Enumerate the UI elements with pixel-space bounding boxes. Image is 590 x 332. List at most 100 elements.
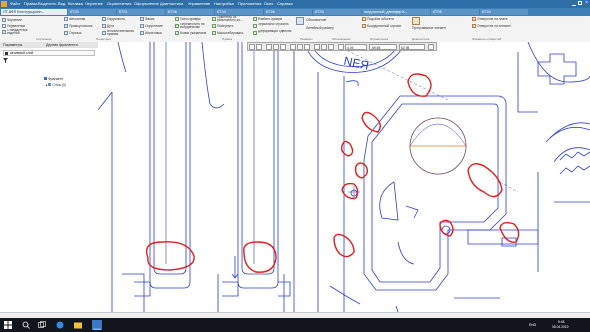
- ribbon-tool[interactable]: Усечь кривую: [180, 17, 210, 21]
- ribbon-tool[interactable]: Скругление: [145, 24, 173, 28]
- select-icon[interactable]: [256, 44, 262, 50]
- clock-time[interactable]: 9:48: [558, 320, 564, 324]
- filter-icon[interactable]: [3, 58, 8, 63]
- tab-document[interactable]: КТЭ5: [431, 9, 479, 15]
- menu-insert[interactable]: Вставка: [68, 1, 83, 7]
- ribbon-tool[interactable]: Повернуть: [217, 24, 251, 28]
- layer-row[interactable]: активный слой: [3, 50, 95, 56]
- ribbon-tool[interactable]: Отрезок: [69, 31, 101, 35]
- menu-help[interactable]: Справка: [277, 1, 293, 7]
- ribbon-tool[interactable]: Деформация сдвигом: [258, 30, 292, 33]
- tab-document[interactable]: КТЭ4: [215, 9, 263, 15]
- chamfer-icon[interactable]: [140, 17, 144, 21]
- tab-document[interactable]: КТЭ4: [313, 9, 361, 15]
- tab-document[interactable]: КТЭ6: [264, 9, 312, 15]
- hole-element-icon[interactable]: [472, 24, 476, 28]
- maximize-icon[interactable]: [578, 1, 582, 5]
- ribbon-tool[interactable]: Вспомогательная прямая: [107, 30, 139, 37]
- pan-icon[interactable]: [328, 44, 334, 50]
- ribbon-left-tool[interactable]: Черчение: [7, 18, 35, 22]
- y-coordinate-field[interactable]: 62,98: [399, 44, 425, 50]
- settings-icon[interactable]: [428, 44, 434, 50]
- app-icon[interactable]: [92, 320, 102, 330]
- arc-icon[interactable]: [102, 24, 106, 28]
- ribbon-tool[interactable]: Штриховка: [145, 31, 173, 35]
- menu-window[interactable]: Окно: [264, 1, 273, 7]
- angle-field[interactable]: 4,09: [345, 44, 367, 50]
- tree-item-layers[interactable]: ▸ Слои (0): [46, 83, 66, 87]
- menu-constraints[interactable]: Ограничения: [107, 1, 131, 7]
- hole-board-icon[interactable]: [472, 17, 476, 21]
- similar-object-icon[interactable]: [362, 17, 366, 21]
- minimize-icon[interactable]: [572, 1, 576, 6]
- ribbon-tool[interactable]: Отверстие на плате: [477, 17, 511, 21]
- menu-edit[interactable]: Правка: [24, 1, 38, 7]
- expand-icon[interactable]: ▸: [46, 83, 48, 87]
- ribbon-tool[interactable]: Отверстие на элемент: [477, 24, 511, 28]
- ribbon-tool[interactable]: Масштабировать: [217, 31, 251, 35]
- cursor-icon[interactable]: [249, 44, 255, 50]
- program-elements-icon[interactable]: [412, 17, 420, 25]
- ribbon-tool[interactable]: Зеркально отразить: [258, 23, 292, 26]
- ribbon-tool[interactable]: Дуга: [107, 24, 139, 28]
- snap-icon[interactable]: [266, 44, 272, 50]
- clock-date[interactable]: 08.04.2019: [552, 325, 569, 329]
- browser-icon[interactable]: [56, 321, 64, 329]
- ribbon-tool[interactable]: Ориентир из реактивного ко...: [217, 16, 251, 23]
- split-curve-icon[interactable]: [253, 17, 257, 21]
- menu-select[interactable]: Выделить: [38, 1, 56, 7]
- menu-view[interactable]: Вид: [58, 1, 65, 7]
- ribbon-tool[interactable]: Прямоугольник: [69, 24, 101, 28]
- ribbon-tool[interactable]: Фаска: [145, 17, 173, 21]
- mirror-icon[interactable]: [253, 24, 257, 28]
- ribbon-tool[interactable]: Обозначение: [306, 18, 336, 22]
- style-icon[interactable]: [297, 44, 303, 50]
- app-logo-icon[interactable]: [1, 1, 7, 7]
- tab-document[interactable]: нагрузочный_демпфер К...: [362, 9, 430, 15]
- ribbon-left-tool[interactable]: Управление: [7, 24, 35, 28]
- standard-parts-icon[interactable]: [2, 30, 6, 34]
- menu-draw[interactable]: Черчение: [85, 1, 103, 7]
- task-view-icon[interactable]: [38, 321, 46, 329]
- search-icon[interactable]: [22, 321, 30, 329]
- menu-settings[interactable]: Настройка: [214, 1, 234, 7]
- layer-select[interactable]: активный слой: [10, 51, 33, 56]
- language-indicator[interactable]: ENG: [529, 323, 536, 327]
- tab-document[interactable]: КТЭ1: [117, 9, 165, 15]
- ribbon-tool[interactable]: Подобие объекта: [367, 17, 401, 21]
- zoom-out-icon[interactable]: [321, 44, 327, 50]
- circle-tool-icon[interactable]: [102, 17, 106, 21]
- trim-curve-icon[interactable]: [175, 17, 179, 21]
- menu-design[interactable]: Оформление: [134, 1, 159, 7]
- ribbon-tool[interactable]: Разбить кривую: [258, 17, 292, 21]
- segment-icon[interactable]: [64, 31, 68, 35]
- layer-toggle-icon[interactable]: [290, 44, 296, 50]
- angle-icon[interactable]: [338, 44, 344, 50]
- grid-icon[interactable]: [273, 44, 279, 50]
- constraint-icon[interactable]: [362, 24, 366, 28]
- tab-document[interactable]: КТЭ4: [480, 9, 528, 15]
- draw-mode-icon[interactable]: [2, 18, 6, 22]
- zoom-in-icon[interactable]: [314, 44, 320, 50]
- ribbon-left-tool[interactable]: Стандартные изделия: [7, 29, 35, 36]
- menu-diagnostics[interactable]: Диагностика: [160, 1, 183, 7]
- width-icon[interactable]: [304, 44, 310, 50]
- fillet-icon[interactable]: [140, 24, 144, 28]
- shear-icon[interactable]: [253, 31, 257, 35]
- tab-document[interactable]: КТЭ6: [166, 9, 214, 15]
- ribbon-tool[interactable]: Копия указанием: [180, 31, 210, 35]
- ortho-icon[interactable]: [280, 44, 286, 50]
- close-icon[interactable]: ×: [585, 0, 588, 7]
- orient-icon[interactable]: [212, 17, 216, 21]
- copy-icon[interactable]: [175, 31, 179, 35]
- move-icon[interactable]: [175, 24, 179, 28]
- rectangle-icon[interactable]: [64, 24, 68, 28]
- hatch-icon[interactable]: [140, 31, 144, 35]
- ribbon-tool[interactable]: Переместить по координатам: [180, 23, 210, 30]
- menu-apps[interactable]: Приложения: [238, 1, 261, 7]
- menu-file[interactable]: Файл: [10, 1, 20, 7]
- x-coordinate-field[interactable]: -59,65: [369, 44, 397, 50]
- tree-item-fragment[interactable]: Фрагмент: [44, 77, 63, 81]
- ribbon-tool[interactable]: Программные элементы: [412, 26, 446, 30]
- windows-start-icon[interactable]: [4, 321, 12, 329]
